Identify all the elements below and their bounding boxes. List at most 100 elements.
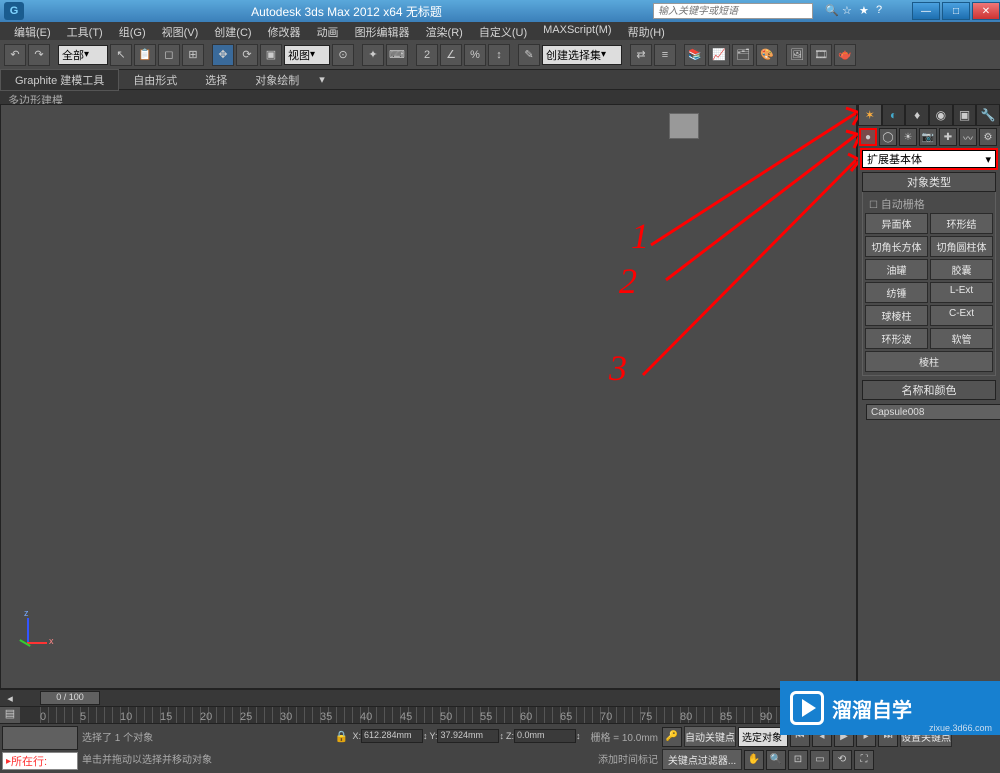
cp-tab-display[interactable]: ▣ [953,104,977,126]
ribbon-tab-graphite[interactable]: Graphite 建模工具 [0,69,119,91]
comm-icon[interactable]: ☆ [842,4,856,18]
menu-view[interactable]: 视图(V) [154,22,207,40]
keymode-button[interactable]: ⌨ [386,44,408,66]
material-editor-button[interactable]: 🎨 [756,44,778,66]
undo-button[interactable]: ↶ [4,44,26,66]
curve-editor-button[interactable]: 📈 [708,44,730,66]
cp-object-name-input[interactable] [866,404,1000,420]
menu-edit[interactable]: 编辑(E) [6,22,59,40]
selection-filter-dropdown[interactable]: 全部 ▾ [58,45,108,65]
mirror-button[interactable]: ⇄ [630,44,652,66]
namedset-dropdown[interactable]: 创建选择集 ▾ [542,45,622,65]
cp-category-dropdown[interactable]: 扩展基本体▾ [862,150,996,168]
select-region-button[interactable]: ◻ [158,44,180,66]
key-toggle-icon[interactable]: 🔑 [662,727,682,747]
cp-btn-hose[interactable]: 软管 [930,328,993,349]
addtime-button[interactable]: 添加时间标记 [598,751,658,766]
nav-pan[interactable]: ✋ [744,750,764,770]
help-search-input[interactable] [653,3,813,19]
select-name-button[interactable]: 📋 [134,44,156,66]
coord-y[interactable]: Y:37.924mm↕ [429,729,504,743]
menu-create[interactable]: 创建(C) [206,22,259,40]
menu-anim[interactable]: 动画 [309,22,347,40]
nav-orbit[interactable]: ⟲ [832,750,852,770]
help-icon[interactable]: ? [876,4,890,18]
render-frame-button[interactable]: 🎞 [810,44,832,66]
schematic-button[interactable]: 🗂 [732,44,754,66]
ribbon-tab-freeform[interactable]: 自由形式 [119,70,191,90]
cp-autogrid-check[interactable]: ☐ 自动栅格 [865,195,993,213]
select-button[interactable]: ↖ [110,44,132,66]
cp-sub-spacewarps[interactable]: 〰 [959,128,977,146]
cp-tab-modify[interactable]: ◐ [882,104,906,126]
cp-sub-cameras[interactable]: 📷 [919,128,937,146]
ribbon-tab-paint[interactable]: 对象绘制 [241,70,313,90]
nav-zoom[interactable]: 🔍 [766,750,786,770]
cp-btn-capsule[interactable]: 胶囊 [930,259,993,280]
menu-modifiers[interactable]: 修改器 [260,22,309,40]
coord-x[interactable]: X:612.284mm↕ [352,729,427,743]
cp-rollout-namecolor[interactable]: 名称和颜色 [862,380,996,400]
snap-spinner-button[interactable]: ↕ [488,44,510,66]
coord-z[interactable]: Z:0.0mm↕ [506,729,581,743]
cp-tab-motion[interactable]: ◉ [929,104,953,126]
menu-graph[interactable]: 图形编辑器 [347,22,418,40]
cp-sub-systems[interactable]: ⚙ [979,128,997,146]
nav-zoomext[interactable]: ⊡ [788,750,808,770]
nav-fov[interactable]: ▭ [810,750,830,770]
align-button[interactable]: ≡ [654,44,676,66]
pivot-button[interactable]: ⊙ [332,44,354,66]
snap-percent-button[interactable]: % [464,44,486,66]
layer-button[interactable]: 📚 [684,44,706,66]
window-cross-button[interactable]: ⊞ [182,44,204,66]
scale-button[interactable]: ▣ [260,44,282,66]
cp-btn-hedra[interactable]: 异面体 [865,213,928,234]
maximize-button[interactable]: □ [942,2,970,20]
cp-btn-ringwave[interactable]: 环形波 [865,328,928,349]
app-icon[interactable]: G [4,2,24,20]
trackbar-toggle[interactable]: ▤ [0,707,20,723]
cp-btn-gengon[interactable]: 球棱柱 [865,305,928,326]
move-button[interactable]: ✥ [212,44,234,66]
refcoord-dropdown[interactable]: 视图 ▾ [284,45,330,65]
minimize-button[interactable]: — [912,2,940,20]
viewcube[interactable] [662,109,706,149]
cp-sub-shapes[interactable]: ◯ [879,128,897,146]
lock-icon[interactable]: 🔒 [335,730,349,743]
manip-button[interactable]: ✦ [362,44,384,66]
cp-sub-lights[interactable]: ☀ [899,128,917,146]
menu-tools[interactable]: 工具(T) [59,22,111,40]
cp-sub-geometry[interactable]: ● [859,128,877,146]
time-slider-handle[interactable]: 0 / 100 [40,691,100,705]
snap-angle-button[interactable]: ∠ [440,44,462,66]
cp-btn-cext[interactable]: C-Ext [930,305,993,326]
render-button[interactable]: 🫖 [834,44,856,66]
menu-custom[interactable]: 自定义(U) [471,22,535,40]
viewport[interactable]: z x 1 2 3 [0,104,857,689]
menu-render[interactable]: 渲染(R) [418,22,471,40]
location-field[interactable]: ▸ 所在行: [2,752,78,770]
rotate-button[interactable]: ⟳ [236,44,258,66]
cp-tab-hierarchy[interactable]: ♦ [905,104,929,126]
redo-button[interactable]: ↷ [28,44,50,66]
cp-btn-oiltank[interactable]: 油罐 [865,259,928,280]
script-mini[interactable] [2,726,78,750]
cp-btn-lext[interactable]: L-Ext [930,282,993,303]
menu-help[interactable]: 帮助(H) [620,22,673,40]
render-setup-button[interactable]: 🖼 [786,44,808,66]
autokey-button[interactable]: 自动关键点 [684,726,736,747]
cp-btn-torusknot[interactable]: 环形结 [930,213,993,234]
keyfilter-button[interactable]: 关键点过滤器... [662,749,742,770]
cp-btn-prism[interactable]: 棱柱 [865,351,993,372]
namedset-edit-button[interactable]: ✎ [518,44,540,66]
ribbon-tab-select[interactable]: 选择 [191,70,241,90]
cp-sub-helpers[interactable]: ✚ [939,128,957,146]
menu-group[interactable]: 组(G) [111,22,154,40]
ribbon-expand-button[interactable]: ▾ [313,71,331,88]
cp-btn-spindle[interactable]: 纺锤 [865,282,928,303]
cp-tab-create[interactable]: ✶ [858,104,882,126]
close-button[interactable]: ✕ [972,2,1000,20]
search-icon[interactable]: 🔍 [825,4,839,18]
cp-tab-utilities[interactable]: 🔧 [976,104,1000,126]
snap2d-button[interactable]: 2 [416,44,438,66]
